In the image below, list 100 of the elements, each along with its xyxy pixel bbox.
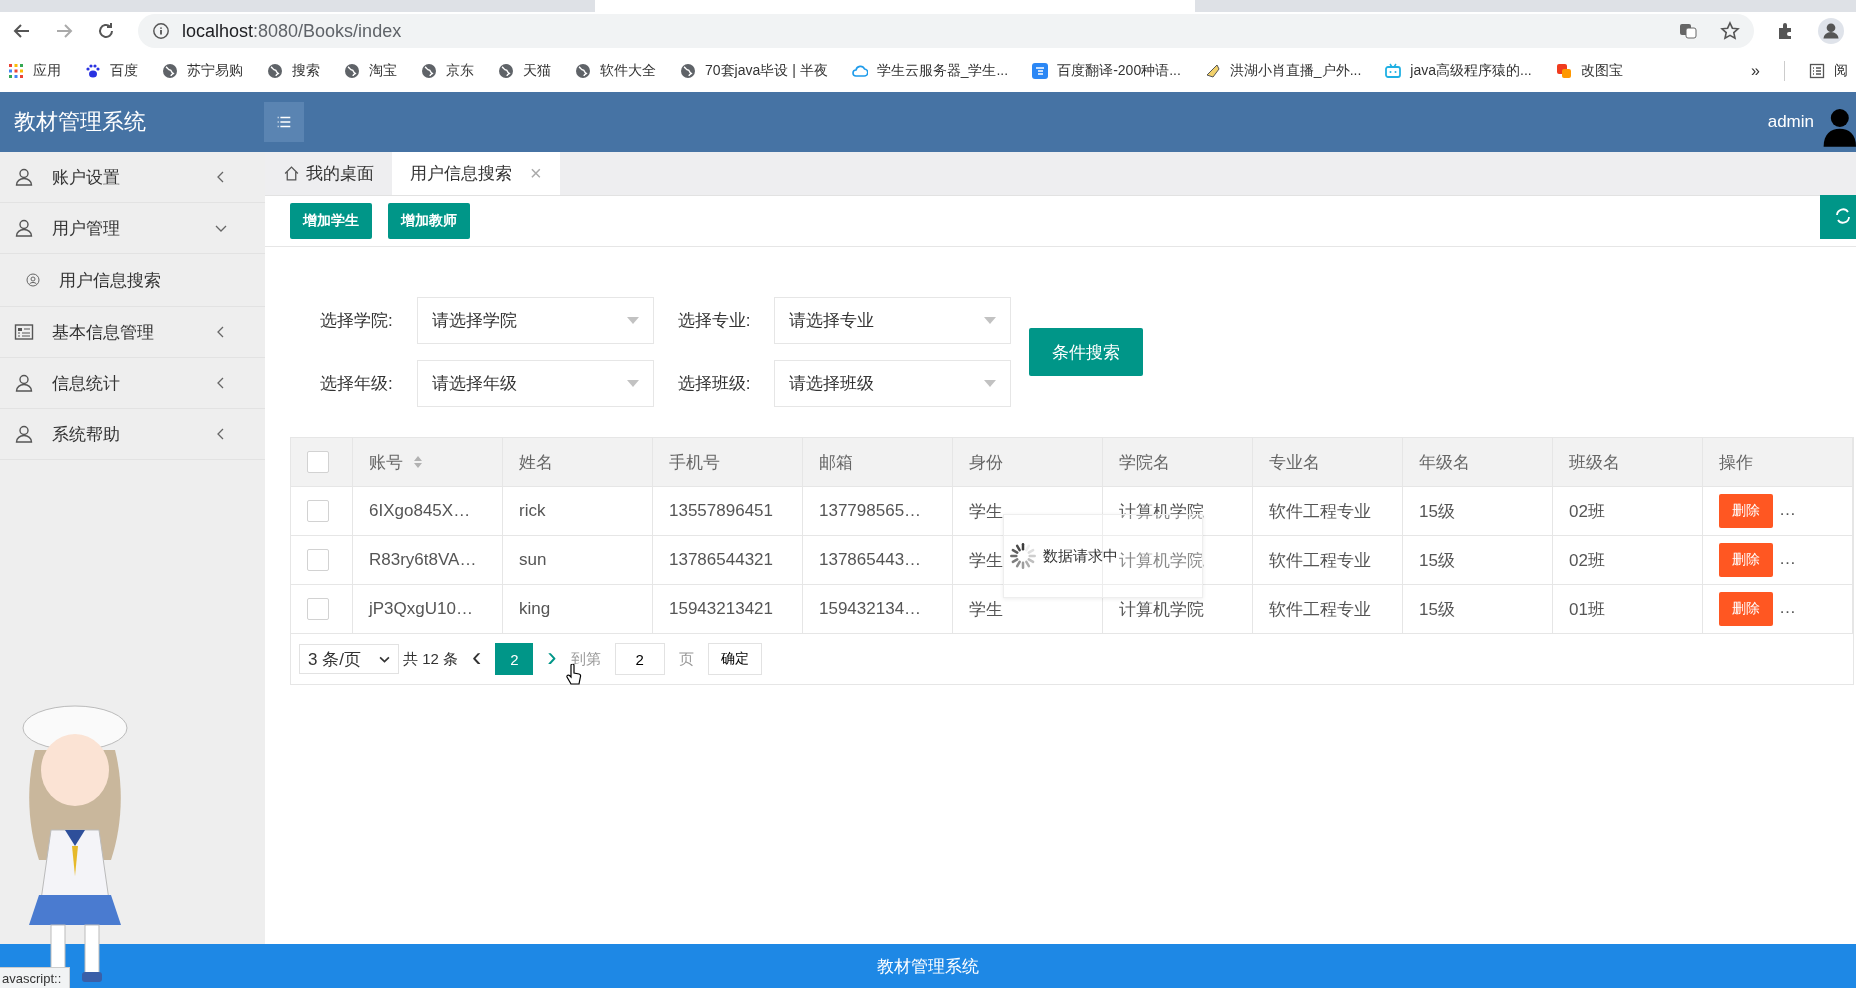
page-tab[interactable]: 用户信息搜索 ×: [392, 152, 560, 195]
page-tab[interactable]: 我的桌面: [265, 152, 392, 195]
info-icon[interactable]: [152, 22, 170, 40]
table-cell: rick: [502, 486, 653, 536]
caret-icon: [379, 655, 390, 663]
next-page-button[interactable]: ›: [547, 643, 557, 671]
reload-icon[interactable]: [96, 21, 116, 41]
select-field[interactable]: 请选择班级: [774, 360, 1012, 407]
bookmark[interactable]: 淘宝: [344, 62, 397, 80]
checkbox[interactable]: [307, 500, 329, 522]
table-cell: 软件工程专业: [1252, 535, 1403, 585]
column-header: 姓名: [502, 438, 653, 487]
bookmark[interactable]: 百度翻译-200种语...: [1032, 62, 1181, 80]
filter-label: 选择班级:: [677, 373, 751, 395]
bookmark[interactable]: 洪湖小肖直播_户外...: [1204, 62, 1362, 80]
sidebar-item[interactable]: 信息统计: [0, 358, 265, 409]
globe-icon: [421, 63, 437, 79]
bookmark[interactable]: 应用: [8, 62, 61, 80]
bookmark[interactable]: 搜索: [267, 62, 320, 80]
more-actions[interactable]: …: [1779, 549, 1796, 568]
search-button[interactable]: 条件搜索: [1029, 328, 1144, 376]
table-cell: 01班: [1552, 584, 1703, 634]
status-bubble: avascript::: [0, 967, 71, 988]
checkbox[interactable]: [307, 451, 329, 473]
bookmark[interactable]: java高级程序猿的...: [1385, 62, 1532, 80]
bookmark[interactable]: 软件大全: [575, 62, 656, 80]
filter-label: 选择年级:: [320, 373, 393, 395]
bookmark[interactable]: 学生云服务器_学生...: [851, 62, 1009, 80]
reading-list[interactable]: 阅: [1809, 62, 1848, 80]
dropdown-arrow-icon: [626, 316, 639, 325]
table-cell: 15943213421: [652, 584, 803, 634]
sidebar-item[interactable]: 用户管理: [0, 203, 265, 254]
sort-icon[interactable]: [413, 455, 423, 469]
bookmark[interactable]: 天猫: [498, 62, 551, 80]
page-unit: 页: [678, 649, 694, 669]
profile-icon[interactable]: [1818, 18, 1844, 44]
bookmark[interactable]: 改图宝: [1555, 62, 1623, 80]
bookmark[interactable]: 京东: [421, 62, 474, 80]
more-bookmarks[interactable]: »: [1751, 62, 1760, 80]
column-header: 邮箱: [802, 438, 953, 487]
table-cell: 02班: [1552, 486, 1703, 536]
hand-cursor-icon: [566, 664, 582, 686]
user-name[interactable]: admin: [1767, 112, 1814, 132]
select-field[interactable]: 请选择年级: [416, 360, 654, 407]
table-cell: 软件工程专业: [1252, 486, 1403, 536]
address-bar[interactable]: localhost:8080/Books/index: [138, 14, 1754, 48]
column-header: 账号: [352, 438, 503, 487]
table-cell: 15级: [1402, 486, 1553, 536]
table-cell: 137865443…: [802, 535, 953, 585]
app-title: 教材管理系统: [13, 108, 147, 136]
table-cell: 学生: [952, 584, 1103, 634]
bookmark[interactable]: 苏宁易购: [162, 62, 243, 80]
sidebar-item[interactable]: 基本信息管理: [0, 307, 265, 358]
refresh-button[interactable]: [1820, 195, 1856, 239]
dropdown-arrow-icon: [984, 379, 997, 388]
star-icon[interactable]: [1720, 21, 1740, 41]
dropdown-arrow-icon: [626, 379, 639, 388]
table-cell: 软件工程专业: [1252, 584, 1403, 634]
bookmark[interactable]: 70套java毕设 | 半夜: [680, 62, 828, 80]
more-actions[interactable]: …: [1779, 598, 1796, 617]
user-icon: [14, 167, 34, 187]
table-cell: 13786544321: [652, 535, 803, 585]
confirm-button[interactable]: 确定: [707, 643, 762, 675]
tv-icon: [1385, 63, 1402, 79]
translate-icon[interactable]: [1678, 21, 1698, 41]
squares-icon: [1555, 63, 1572, 79]
globe-icon: [498, 63, 514, 79]
previous-page-button[interactable]: ‹: [472, 643, 482, 671]
table-cell: 13557896451: [652, 486, 803, 536]
cloud-icon: [851, 63, 868, 79]
globe-icon: [162, 63, 178, 79]
table-cell: 15级: [1402, 535, 1553, 585]
column-header: 年级名: [1402, 438, 1553, 487]
bookmark[interactable]: 百度: [85, 62, 138, 80]
home-icon: [283, 165, 300, 182]
checkbox[interactable]: [307, 549, 329, 571]
filter-label: 选择专业:: [677, 310, 751, 332]
checkbox[interactable]: [307, 598, 329, 620]
total-count: 共 12 条: [403, 649, 459, 669]
select-field[interactable]: 请选择专业: [774, 297, 1012, 344]
user-icon: [14, 424, 34, 444]
globe-icon: [344, 63, 360, 79]
select-field[interactable]: 请选择学院: [416, 297, 654, 344]
add-button[interactable]: 增加教师: [388, 203, 470, 239]
page-input-field[interactable]: 2: [614, 643, 665, 675]
user-icon: [14, 218, 34, 238]
column-header: 班级名: [1552, 438, 1703, 487]
table-cell: king: [502, 584, 653, 634]
add-button[interactable]: 增加学生: [290, 203, 372, 239]
more-actions[interactable]: …: [1779, 500, 1796, 519]
column-header: 专业名: [1252, 438, 1403, 487]
page-size-select[interactable]: 3 条/页: [299, 644, 399, 674]
column-header: 身份: [952, 438, 1103, 487]
sidebar-subitem[interactable]: 用户信息搜索: [0, 254, 265, 307]
page-number[interactable]: 2: [495, 643, 534, 675]
menu-button[interactable]: [264, 102, 304, 142]
paw-icon: [85, 63, 101, 79]
globe-icon: [267, 63, 283, 79]
user-circle-icon: [26, 273, 40, 287]
sidebar-item[interactable]: 系统帮助: [0, 409, 265, 460]
